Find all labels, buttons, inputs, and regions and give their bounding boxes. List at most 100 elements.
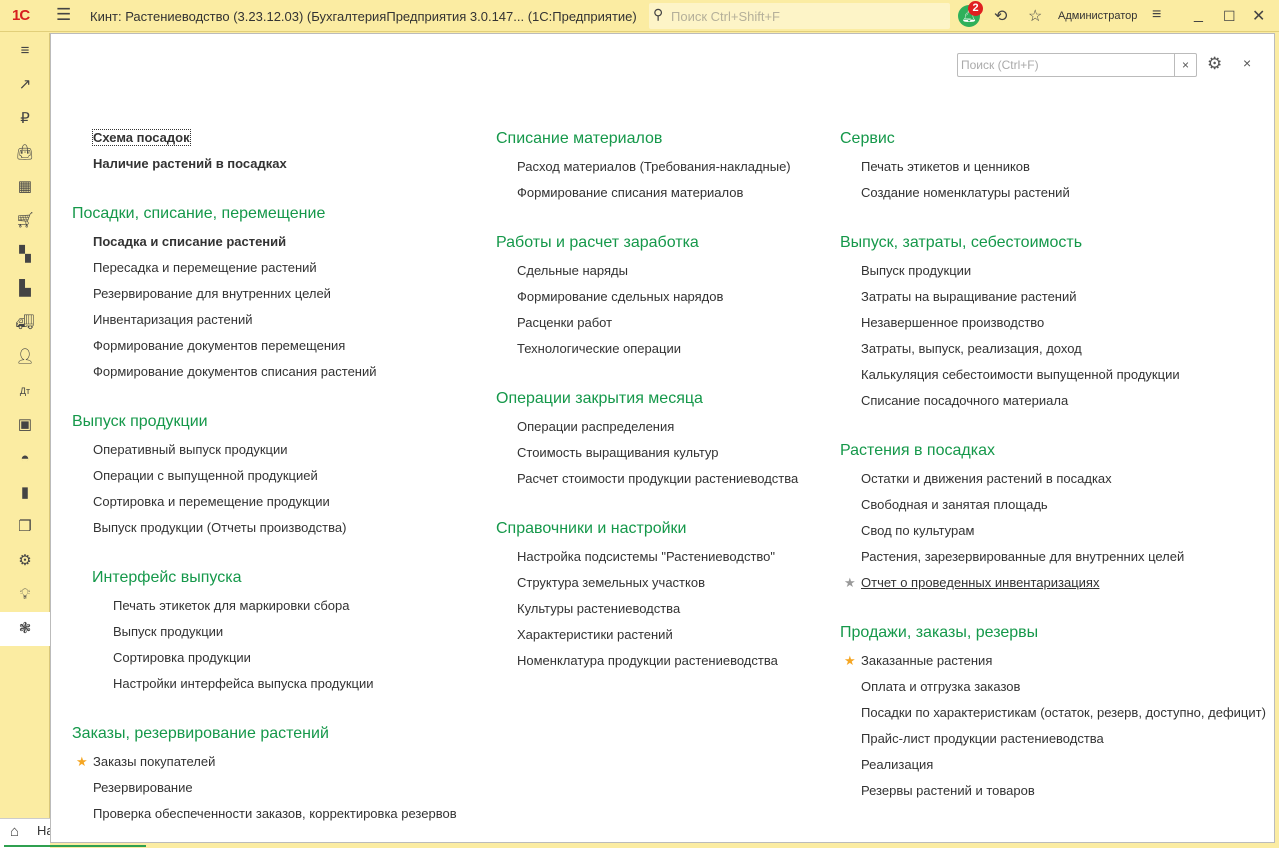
sidebar-ruble-icon[interactable]: ₽	[0, 102, 50, 136]
command-link[interactable]: Технологические операции	[517, 336, 798, 362]
home-icon[interactable]: ⌂	[10, 823, 19, 840]
sidebar-grid-icon[interactable]: ▚	[0, 238, 50, 272]
command-link[interactable]: Формирование сдельных нарядов	[517, 284, 798, 310]
command-link[interactable]: Прайс-лист продукции растениеводства	[861, 726, 1266, 752]
command-link[interactable]: Расценки работ	[517, 310, 798, 336]
command-link[interactable]: Посадки по характеристикам (остаток, рез…	[861, 700, 1266, 726]
command-link[interactable]: Резервирование для внутренних целей	[93, 281, 457, 307]
command-link[interactable]: Незавершенное производство	[861, 310, 1266, 336]
sidebar-plant-icon[interactable]: ❃	[0, 612, 50, 646]
gear-icon[interactable]: ⚙	[1207, 54, 1222, 74]
command-link[interactable]: Наличие растений в посадках	[93, 151, 457, 177]
main-menu-icon[interactable]: ☰	[56, 5, 71, 25]
command-link[interactable]: Оплата и отгрузка заказов	[861, 674, 1266, 700]
active-tab-indicator	[4, 845, 146, 847]
command-link[interactable]: Номенклатура продукции растениеводства	[517, 648, 798, 674]
command-link[interactable]: Характеристики растений	[517, 622, 798, 648]
command-label: Формирование списания материалов	[517, 185, 744, 200]
command-label: Номенклатура продукции растениеводства	[517, 653, 778, 668]
home-tab[interactable]: На	[37, 823, 50, 838]
command-link[interactable]: Структура земельных участков	[517, 570, 798, 596]
sidebar-gear-icon[interactable]: ⚙	[0, 544, 50, 578]
command-link[interactable]: Посадка и списание растений	[93, 229, 457, 255]
command-link[interactable]: Списание посадочного материала	[861, 388, 1266, 414]
minimize-icon[interactable]: _	[1194, 6, 1203, 24]
command-link[interactable]: Стоимость выращивания культур	[517, 440, 798, 466]
history-icon[interactable]: ⟲	[994, 6, 1007, 26]
search-icon: ⚲	[653, 6, 664, 22]
global-search-input[interactable]: ⚲ Поиск Ctrl+Shift+F	[649, 3, 950, 29]
command-link[interactable]: ★ Заказанные растения	[844, 648, 1266, 674]
command-link[interactable]: ★ Заказы покупателей	[76, 749, 457, 775]
user-name[interactable]: Администратор	[1058, 10, 1137, 22]
maximize-icon[interactable]: ☐	[1223, 8, 1236, 25]
command-link[interactable]: Затраты на выращивание растений	[861, 284, 1266, 310]
sidebar-dt-kt-icon[interactable]: Дт	[0, 374, 50, 408]
group-heading: Работы и расчет заработка	[496, 234, 699, 251]
group-heading: Продажи, заказы, резервы	[840, 624, 1039, 641]
command-link[interactable]: Сдельные наряды	[517, 258, 798, 284]
command-link[interactable]: Операции распределения	[517, 414, 798, 440]
command-link[interactable]: Создание номенклатуры растений	[861, 180, 1266, 206]
sidebar-factory-icon[interactable]: ▙	[0, 272, 50, 306]
sidebar-menu-icon[interactable]: ≡	[0, 34, 50, 68]
sidebar-person-icon[interactable]: 👤︎	[0, 340, 50, 374]
sidebar-truck-icon[interactable]: 🚚︎	[0, 306, 50, 340]
command-label: Затраты, выпуск, реализация, доход	[861, 341, 1082, 356]
group-heading: Сервис	[840, 130, 895, 147]
sidebar-cart-icon[interactable]: 🛒︎	[0, 204, 50, 238]
command-link[interactable]: Выпуск продукции	[113, 619, 457, 645]
command-link[interactable]: Растения, зарезервированные для внутренн…	[861, 544, 1266, 570]
command-link[interactable]: Настройки интерфейса выпуска продукции	[113, 671, 457, 697]
command-link[interactable]: Печать этикеток для маркировки сбора	[113, 593, 457, 619]
command-link[interactable]: Сортировка продукции	[113, 645, 457, 671]
command-link[interactable]: Расчет стоимости продукции растениеводст…	[517, 466, 798, 492]
command-link[interactable]: Культуры растениеводства	[517, 596, 798, 622]
1c-logo[interactable]: 1С	[12, 7, 30, 24]
command-link[interactable]: Резервирование	[93, 775, 457, 801]
favorite-star-icon[interactable]: ★	[844, 648, 856, 674]
command-link[interactable]: Реализация	[861, 752, 1266, 778]
command-link[interactable]: Инвентаризация растений	[93, 307, 457, 333]
sidebar-trending-icon[interactable]: ↗	[0, 68, 50, 102]
sidebar-bag-icon[interactable]: 👜︎	[0, 136, 50, 170]
command-link[interactable]: ★ Отчет о проведенных инвентаризациях	[844, 570, 1266, 596]
command-link[interactable]: Пересадка и перемещение растений	[93, 255, 457, 281]
command-link[interactable]: Проверка обеспеченности заказов, коррект…	[93, 801, 457, 827]
favorite-star-icon[interactable]: ★	[76, 749, 88, 775]
command-link[interactable]: Остатки и движения растений в посадках	[861, 466, 1266, 492]
command-link[interactable]: Операции с выпущенной продукцией	[93, 463, 457, 489]
command-link[interactable]: Схема посадок	[92, 125, 457, 151]
sidebar-presentation-icon[interactable]: ▣	[0, 408, 50, 442]
command-link[interactable]: Расход материалов (Требования-накладные)	[517, 154, 798, 180]
command-link[interactable]: Сортировка и перемещение продукции	[93, 489, 457, 515]
favorite-star-icon[interactable]: ★	[844, 570, 856, 596]
command-label: Незавершенное производство	[861, 315, 1045, 330]
settings-menu-icon[interactable]: ≡	[1152, 6, 1161, 24]
command-link[interactable]: Свод по культурам	[861, 518, 1266, 544]
command-label: Прайс-лист продукции растениеводства	[861, 731, 1104, 746]
sidebar-bar-chart-icon[interactable]: ▮	[0, 476, 50, 510]
close-window-icon[interactable]: ✕	[1252, 6, 1265, 26]
command-link[interactable]: Оперативный выпуск продукции	[93, 437, 457, 463]
panel-search-input[interactable]: Поиск (Ctrl+F) ×	[957, 53, 1197, 77]
command-link[interactable]: Калькуляция себестоимости выпущенной про…	[861, 362, 1266, 388]
command-link[interactable]: Формирование документов списания растени…	[93, 359, 457, 385]
close-panel-button[interactable]: ×	[1243, 55, 1251, 71]
favorites-star-icon[interactable]: ☆	[1028, 6, 1042, 26]
command-link[interactable]: Формирование списания материалов	[517, 180, 798, 206]
command-link[interactable]: Затраты, выпуск, реализация, доход	[861, 336, 1266, 362]
command-link[interactable]: Настройка подсистемы "Растениеводство"	[517, 544, 798, 570]
command-link[interactable]: Печать этикетов и ценников	[861, 154, 1266, 180]
sidebar-stack-icon[interactable]: ❐	[0, 510, 50, 544]
group-heading: Выпуск, затраты, себестоимость	[840, 234, 1083, 251]
clear-search-button[interactable]: ×	[1174, 54, 1196, 76]
command-link[interactable]: Резервы растений и товаров	[861, 778, 1266, 804]
sidebar-gauge-icon[interactable]: ◓	[0, 442, 50, 476]
sidebar-calculator-icon[interactable]: ▦	[0, 170, 50, 204]
command-link[interactable]: Выпуск продукции (Отчеты производства)	[93, 515, 457, 541]
sidebar-bulb-icon[interactable]: 💡︎	[0, 578, 50, 612]
command-link[interactable]: Формирование документов перемещения	[93, 333, 457, 359]
command-link[interactable]: Выпуск продукции	[861, 258, 1266, 284]
command-link[interactable]: Свободная и занятая площадь	[861, 492, 1266, 518]
